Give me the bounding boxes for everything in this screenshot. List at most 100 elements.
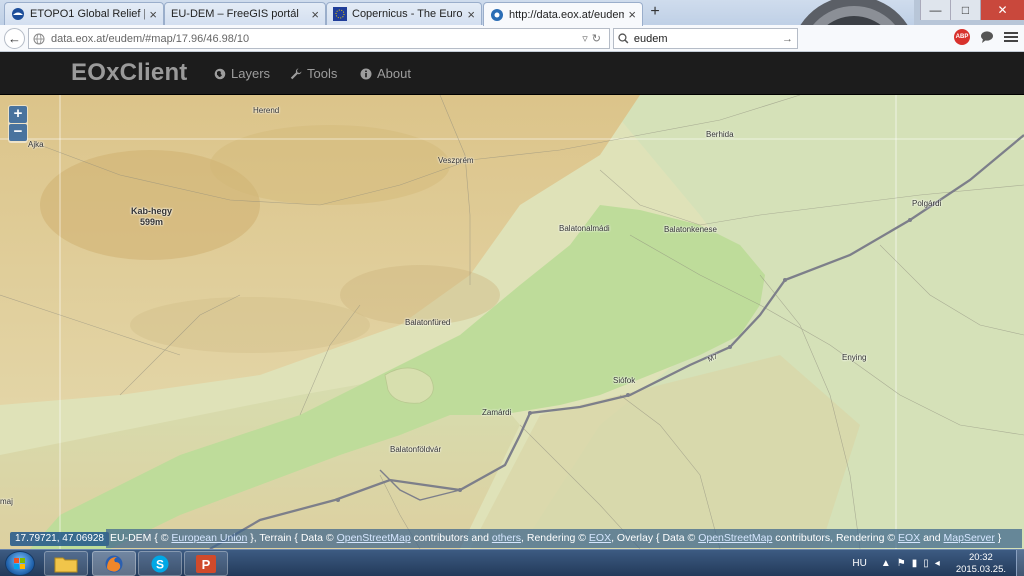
start-button[interactable] — [5, 551, 35, 576]
link-openstreetmap-overlay[interactable]: OpenStreetMap — [698, 532, 772, 544]
volume-icon[interactable]: ◂ — [935, 558, 940, 569]
app-brand[interactable]: EOxClient — [71, 59, 188, 87]
search-icon — [618, 33, 629, 44]
windows-taskbar: S P HU ▲ ⚑ ▮ ▯ ◂ 20:32 2015.03.25. — [0, 549, 1024, 576]
menu-tools[interactable]: Tools — [290, 66, 337, 81]
window-controls: — □ ✕ — [920, 0, 1024, 20]
menu-layers[interactable]: Layers — [214, 66, 270, 81]
eu-flag-favicon-icon — [333, 7, 347, 21]
tab-eu-dem-freegis[interactable]: EU-DEM – FreeGIS portál × — [164, 2, 326, 25]
clock[interactable]: 20:32 2015.03.25. — [956, 552, 1006, 576]
map-terrain — [0, 95, 1024, 549]
windows-logo-icon — [14, 558, 25, 569]
show-desktop-button[interactable] — [1016, 550, 1024, 576]
tab-title: EU-DEM – FreeGIS portál — [171, 8, 299, 20]
tab-title: Copernicus - The Europea... — [352, 8, 463, 20]
back-button[interactable]: ← — [4, 28, 25, 49]
svg-text:P: P — [202, 557, 211, 572]
tab-close-icon[interactable]: × — [467, 7, 475, 22]
place-label-veszprem: Veszprém — [438, 156, 474, 165]
skype-icon: S — [151, 555, 169, 572]
eox-favicon-icon — [491, 8, 503, 21]
link-mapserver[interactable]: MapServer — [944, 532, 995, 544]
link-eox-overlay[interactable]: EOX — [898, 532, 920, 544]
globe-icon — [33, 33, 45, 44]
maximize-button[interactable]: □ — [950, 0, 980, 20]
attribution-text: , Overlay { Data © — [611, 532, 699, 544]
attribution-text: }, Terrain { Data © — [247, 532, 337, 544]
url-dropdown-reload-icons[interactable]: ▿↻ — [582, 32, 605, 45]
tab-title: http://data.eox.at/eudem/ — [509, 8, 625, 21]
menu-about[interactable]: About — [360, 66, 411, 81]
attribution-text: , Rendering © — [521, 532, 589, 544]
attribution-text: and — [920, 532, 944, 544]
tray-icons: ▲ ⚑ ▮ ▯ ◂ — [881, 558, 940, 569]
place-label-ajka: Ajka — [28, 140, 44, 149]
action-center-flag-icon[interactable]: ⚑ — [897, 558, 906, 569]
link-eox[interactable]: EOX — [589, 532, 611, 544]
network-signal-icon[interactable]: ▮ — [912, 558, 918, 569]
svg-text:S: S — [156, 557, 164, 571]
tab-close-icon[interactable]: × — [311, 7, 319, 22]
peak-name: Kab-hegy — [131, 206, 173, 216]
new-tab-button[interactable]: + — [646, 3, 664, 21]
taskbar-powerpoint[interactable]: P — [184, 551, 228, 576]
taskbar-skype[interactable]: S — [138, 551, 182, 576]
place-label-polgardi: Polgárdi — [912, 199, 942, 208]
hamburger-menu-icon[interactable] — [1004, 30, 1018, 44]
menu-label: Layers — [231, 66, 271, 81]
taskbar-firefox[interactable] — [92, 551, 136, 576]
attribution-text: contributors and — [410, 532, 492, 544]
place-label-balatonalmadi: Balatonalmádi — [559, 224, 610, 233]
attribution-text: contributors, Rendering © — [772, 532, 898, 544]
firefox-icon — [105, 555, 123, 572]
tab-title: ETOPO1 Global Relief | ngd... — [30, 8, 146, 20]
address-bar[interactable]: data.eox.at/eudem/#map/17.96/46.98/10 ▿↻ — [28, 28, 610, 49]
adblock-plus-icon[interactable]: ABP — [954, 29, 970, 45]
close-window-button[interactable]: ✕ — [980, 0, 1024, 20]
map-viewport[interactable]: Herend Berhida Ajka Veszprém Kab-hegy 59… — [0, 95, 1024, 549]
battery-icon[interactable]: ▯ — [923, 558, 929, 569]
chat-icon[interactable] — [980, 30, 994, 44]
browser-tab-strip: ETOPO1 Global Relief | ngd... × EU-DEM –… — [0, 0, 1024, 54]
show-hidden-icons-icon[interactable]: ▲ — [881, 558, 891, 569]
language-indicator[interactable]: HU — [852, 558, 866, 569]
wrench-icon — [290, 68, 302, 79]
map-attribution: EU-DEM { © European Union }, Terrain { D… — [106, 529, 1022, 548]
taskbar-explorer[interactable] — [44, 551, 88, 576]
place-label-berhida: Berhida — [706, 130, 734, 139]
tab-copernicus[interactable]: Copernicus - The Europea... × — [326, 2, 482, 25]
place-label-herend: Herend — [253, 106, 280, 115]
link-european-union[interactable]: European Union — [171, 532, 247, 544]
minimize-button[interactable]: — — [920, 0, 950, 20]
place-label-siofok: Siófok — [613, 376, 636, 385]
mouse-position-readout: 17.79721, 47.06928 — [10, 532, 109, 546]
zoom-out-button[interactable]: − — [9, 124, 27, 141]
peak-elevation: 599m — [139, 217, 164, 227]
folder-icon — [54, 557, 78, 572]
search-input[interactable] — [633, 32, 782, 45]
url-text: data.eox.at/eudem/#map/17.96/46.98/10 — [51, 32, 250, 45]
search-go-icon[interactable]: → — [782, 33, 793, 45]
link-openstreetmap[interactable]: OpenStreetMap — [337, 532, 411, 544]
menu-label: About — [377, 66, 411, 81]
clock-date: 2015.03.25. — [955, 563, 1006, 575]
link-others[interactable]: others — [492, 532, 521, 544]
noaa-favicon-icon — [12, 8, 24, 20]
browser-navigation-bar: ← data.eox.at/eudem/#map/17.96/46.98/10 … — [0, 25, 1024, 52]
tab-close-icon[interactable]: × — [628, 7, 636, 22]
info-icon — [360, 68, 372, 79]
toolbar-icons: ABP — [954, 29, 1018, 45]
system-tray: HU ▲ ⚑ ▮ ▯ ◂ 20:32 2015.03.25. — [852, 550, 1016, 576]
attribution-text: EU-DEM { © — [110, 532, 172, 544]
place-label-balatonfoldvar: Balatonföldvár — [390, 445, 442, 454]
zoom-control: + − — [8, 105, 28, 143]
globe-icon — [214, 68, 226, 79]
tab-eox-eudem[interactable]: http://data.eox.at/eudem/ × — [483, 2, 643, 26]
clock-time: 20:32 — [969, 551, 993, 563]
zoom-in-button[interactable]: + — [9, 106, 27, 123]
search-bar[interactable]: → — [613, 28, 798, 49]
tab-etopo1[interactable]: ETOPO1 Global Relief | ngd... × — [4, 2, 164, 25]
tab-close-icon[interactable]: × — [149, 7, 157, 22]
menu-label: Tools — [307, 66, 338, 81]
